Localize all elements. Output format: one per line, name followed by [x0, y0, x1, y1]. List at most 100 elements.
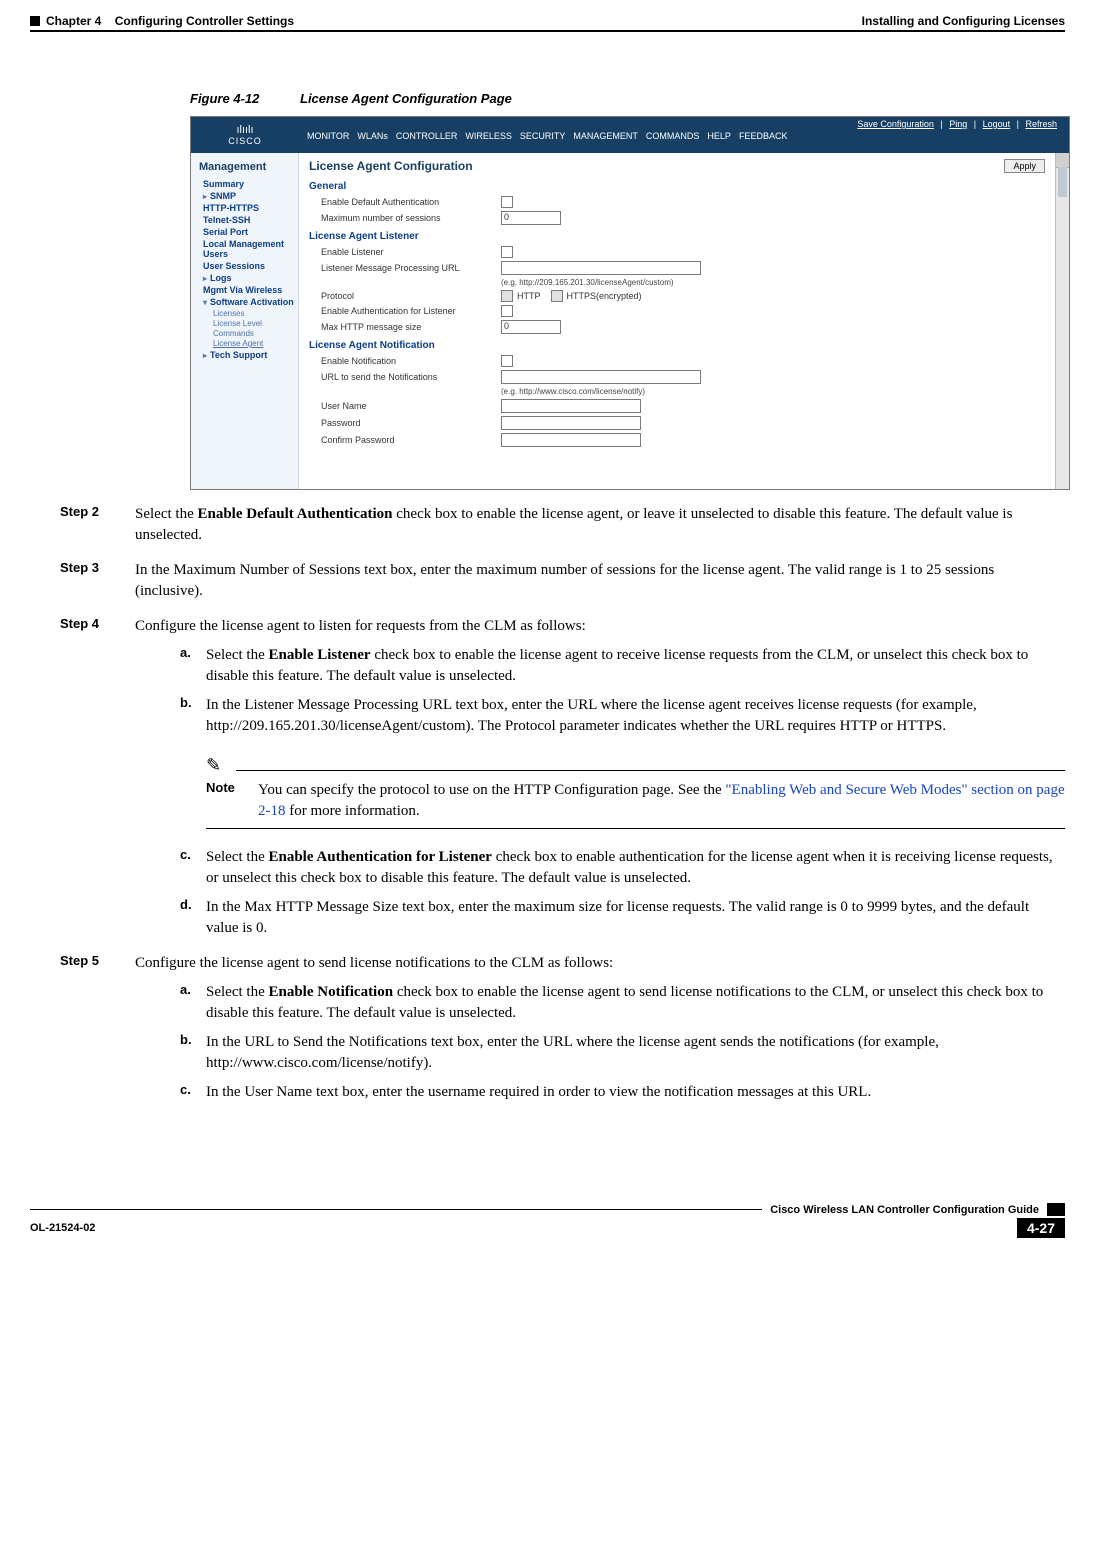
step-5-text: Configure the license agent to send lice… — [135, 953, 613, 974]
sidebar-item-logs[interactable]: Logs — [203, 273, 294, 283]
hint-notify-url: (e.g. http://www.cisco.com/license/notif… — [501, 387, 1059, 396]
note-pencil-icon: ✎ — [206, 755, 236, 776]
step-5b-text: In the URL to Send the Notifications tex… — [206, 1032, 1065, 1074]
sidebar-sub-license-agent[interactable]: License Agent — [213, 339, 294, 348]
page-footer: Cisco Wireless LAN Controller Configurat… — [30, 1203, 1065, 1238]
input-password[interactable] — [501, 416, 641, 430]
input-listener-url[interactable] — [501, 261, 701, 275]
figure-caption: Figure 4-12License Agent Configuration P… — [190, 91, 1065, 106]
label-enable-notification: Enable Notification — [321, 356, 501, 366]
section-general: General — [309, 181, 1059, 192]
step-2: Step 2 Select the Enable Default Authent… — [60, 504, 1065, 546]
sidebar-item-local-users[interactable]: Local Management Users — [203, 239, 294, 259]
step-2-num: Step 2 — [60, 504, 135, 546]
sidebar-sub-license-level[interactable]: License Level — [213, 319, 294, 328]
step-4-text: Configure the license agent to listen fo… — [135, 616, 586, 637]
menubar: MONITOR WLANs CONTROLLER WIRELESS SECURI… — [299, 129, 1069, 145]
step-4c-letter: c. — [180, 847, 206, 889]
step-4c-text: Select the Enable Authentication for Lis… — [206, 847, 1065, 889]
panel-title: License Agent Configuration — [309, 159, 1059, 173]
step-5c-text: In the User Name text box, enter the use… — [206, 1082, 871, 1103]
menu-help[interactable]: HELP — [707, 131, 731, 141]
step-5-num: Step 5 — [60, 953, 135, 974]
checkbox-https[interactable] — [551, 290, 563, 302]
step-5: Step 5 Configure the license agent to se… — [60, 953, 1065, 974]
checkbox-enable-default-auth[interactable] — [501, 196, 513, 208]
label-enable-listener: Enable Listener — [321, 247, 501, 257]
note-block: ✎ Note You can specify the protocol to u… — [206, 755, 1065, 829]
step-3-text: In the Maximum Number of Sessions text b… — [135, 560, 1065, 602]
checkbox-enable-notification[interactable] — [501, 355, 513, 367]
sidebar-item-tech-support[interactable]: Tech Support — [203, 350, 294, 360]
sidebar-item-summary[interactable]: Summary — [203, 179, 294, 189]
checkbox-http[interactable] — [501, 290, 513, 302]
step-5b: b. In the URL to Send the Notifications … — [180, 1032, 1065, 1074]
menu-management[interactable]: MANAGEMENT — [573, 131, 638, 141]
label-enable-auth-listener: Enable Authentication for Listener — [321, 306, 501, 316]
menu-feedback[interactable]: FEEDBACK — [739, 131, 788, 141]
sidebar-sub-licenses[interactable]: Licenses — [213, 309, 294, 318]
header-square-icon — [30, 16, 40, 26]
input-notify-url[interactable] — [501, 370, 701, 384]
step-4d-letter: d. — [180, 897, 206, 939]
page-header: Chapter 4 Configuring Controller Setting… — [30, 14, 1065, 32]
sidebar-sub-commands[interactable]: Commands — [213, 329, 294, 338]
input-max-http-size[interactable]: 0 — [501, 320, 561, 334]
label-notify-url: URL to send the Notifications — [321, 372, 501, 382]
input-user-name[interactable] — [501, 399, 641, 413]
top-links: Save Configuration | Ping | Logout | Ref… — [299, 117, 1069, 129]
step-4c: c. Select the Enable Authentication for … — [180, 847, 1065, 889]
sidebar-item-telnet[interactable]: Telnet-SSH — [203, 215, 294, 225]
label-protocol: Protocol — [321, 291, 501, 301]
menu-wireless[interactable]: WIRELESS — [465, 131, 512, 141]
step-3-num: Step 3 — [60, 560, 135, 602]
step-4d-text: In the Max HTTP Message Size text box, e… — [206, 897, 1065, 939]
sidebar-item-http[interactable]: HTTP-HTTPS — [203, 203, 294, 213]
sidebar-item-snmp[interactable]: SNMP — [203, 191, 294, 201]
menu-commands[interactable]: COMMANDS — [646, 131, 700, 141]
sidebar-item-sessions[interactable]: User Sessions — [203, 261, 294, 271]
step-4-num: Step 4 — [60, 616, 135, 637]
step-5c: c. In the User Name text box, enter the … — [180, 1082, 1065, 1103]
input-max-sessions[interactable]: 0 — [501, 211, 561, 225]
label-confirm-password: Confirm Password — [321, 435, 501, 445]
sidebar-heading: Management — [199, 161, 294, 173]
save-config-link[interactable]: Save Configuration — [857, 119, 934, 129]
refresh-link[interactable]: Refresh — [1025, 119, 1057, 129]
step-4b: b. In the Listener Message Processing UR… — [180, 695, 1065, 737]
sidebar-item-software-activation[interactable]: Software Activation — [203, 297, 294, 307]
label-enable-default-auth: Enable Default Authentication — [321, 197, 501, 207]
section-label: Installing and Configuring Licenses — [862, 14, 1065, 28]
checkbox-enable-listener[interactable] — [501, 246, 513, 258]
scrollbar[interactable] — [1055, 153, 1069, 489]
section-listener: License Agent Listener — [309, 231, 1059, 242]
step-4b-text: In the Listener Message Processing URL t… — [206, 695, 1065, 737]
step-2-text: Select the Enable Default Authentication… — [135, 504, 1065, 546]
step-5a: a. Select the Enable Notification check … — [180, 982, 1065, 1024]
step-4: Step 4 Configure the license agent to li… — [60, 616, 1065, 637]
step-5a-letter: a. — [180, 982, 206, 1024]
note-label: Note — [206, 780, 258, 822]
menu-wlans[interactable]: WLANs — [357, 131, 388, 141]
sidebar-item-serial[interactable]: Serial Port — [203, 227, 294, 237]
sidebar: Management Summary SNMP HTTP-HTTPS Telne… — [191, 153, 299, 489]
label-max-http-size: Max HTTP message size — [321, 322, 501, 332]
logout-link[interactable]: Logout — [983, 119, 1011, 129]
label-password: Password — [321, 418, 501, 428]
step-4d: d. In the Max HTTP Message Size text box… — [180, 897, 1065, 939]
label-user-name: User Name — [321, 401, 501, 411]
step-5b-letter: b. — [180, 1032, 206, 1074]
menu-controller[interactable]: CONTROLLER — [396, 131, 458, 141]
hint-listener-url: (e.g. http://209.165.201.30/licenseAgent… — [501, 278, 1059, 287]
apply-button[interactable]: Apply — [1004, 159, 1045, 173]
cisco-logo: ılıılı CISCO — [191, 117, 299, 153]
checkbox-enable-auth-listener[interactable] — [501, 305, 513, 317]
menu-monitor[interactable]: MONITOR — [307, 131, 349, 141]
ping-link[interactable]: Ping — [949, 119, 967, 129]
input-confirm-password[interactable] — [501, 433, 641, 447]
sidebar-item-mgmt-wireless[interactable]: Mgmt Via Wireless — [203, 285, 294, 295]
label-https: HTTPS(encrypted) — [567, 291, 642, 301]
step-4b-letter: b. — [180, 695, 206, 737]
screenshot-figure: ılıılı CISCO Save Configuration | Ping |… — [190, 116, 1070, 490]
menu-security[interactable]: SECURITY — [520, 131, 566, 141]
